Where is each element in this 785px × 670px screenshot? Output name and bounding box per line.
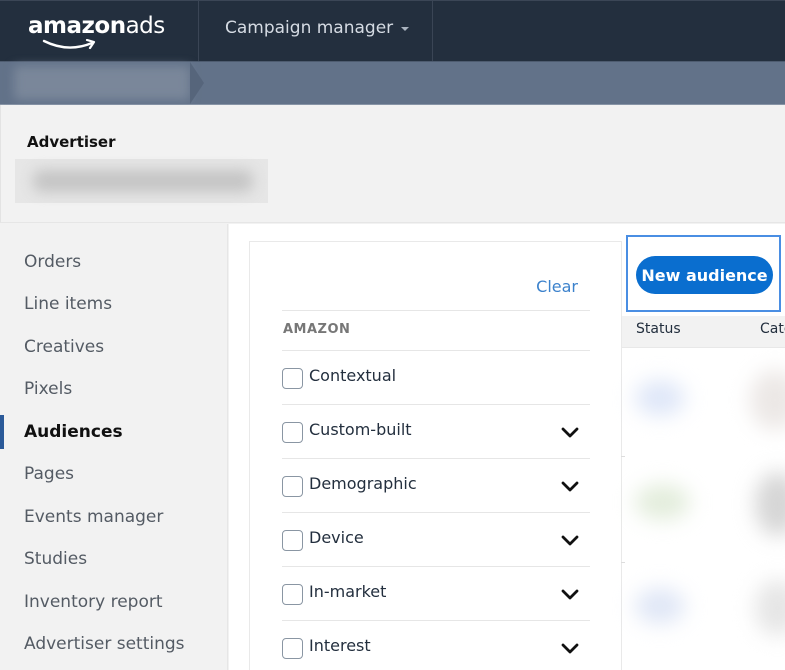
new-audience-button[interactable]: New audience: [636, 256, 773, 294]
sidebar-item-label: Events manager: [24, 507, 164, 527]
sidebar-item-pixels[interactable]: Pixels: [0, 368, 228, 410]
row-divider: [621, 562, 625, 563]
filter-item-label[interactable]: Custom-built: [309, 420, 412, 439]
chevron-down-icon[interactable]: [560, 587, 580, 601]
amazon-ads-logo[interactable]: amazonads: [28, 9, 173, 54]
nav-divider: [432, 1, 433, 62]
table-row-redacted[interactable]: [625, 568, 785, 656]
category-redacted: [755, 472, 785, 536]
sidebar-item-label: Advertiser settings: [24, 634, 185, 654]
results-table-header: Status Cate: [622, 316, 785, 348]
sidebar-item-label: Pixels: [24, 379, 73, 399]
sidebar-item-pages[interactable]: Pages: [0, 453, 228, 495]
sidebar-item-studies[interactable]: Studies: [0, 538, 228, 580]
breadcrumb: [0, 61, 785, 105]
breadcrumb-item-redacted[interactable]: [14, 66, 190, 100]
filter-item-contextual: Contextual: [282, 350, 590, 404]
sidebar-item-label: Inventory report: [24, 592, 163, 612]
clear-filters-link[interactable]: Clear: [536, 277, 578, 296]
sidebar-item-audiences[interactable]: Audiences: [0, 411, 228, 453]
filter-item-label[interactable]: Demographic: [309, 474, 417, 493]
category-redacted: [755, 580, 785, 636]
advertiser-header: Advertiser: [0, 105, 785, 223]
table-row-redacted[interactable]: [625, 462, 785, 550]
filter-item-custom-built: Custom-built: [282, 404, 590, 458]
sidebar-item-label: Orders: [24, 252, 82, 272]
status-badge-redacted: [635, 588, 685, 624]
breadcrumb-separator-icon: [190, 62, 204, 104]
row-divider: [621, 456, 625, 457]
interest-checkbox[interactable]: [282, 638, 303, 659]
sidebar-item-line-items[interactable]: Line items: [0, 283, 228, 325]
filter-group-label: AMAZON: [283, 322, 351, 337]
sidebar-item-inventory-report[interactable]: Inventory report: [0, 581, 228, 623]
chevron-down-icon[interactable]: [560, 641, 580, 655]
caret-down-icon: [401, 27, 410, 31]
category-redacted: [750, 370, 785, 430]
advertiser-name-redacted: [15, 159, 268, 203]
campaign-manager-menu[interactable]: Campaign manager: [225, 18, 410, 38]
filter-item-device: Device: [282, 512, 590, 566]
campaign-manager-label: Campaign manager: [225, 18, 394, 38]
advertiser-label: Advertiser: [27, 133, 116, 151]
column-header-category[interactable]: Cate: [760, 321, 785, 337]
sidebar-item-label: Studies: [24, 549, 88, 569]
status-badge-redacted: [635, 380, 685, 416]
chevron-down-icon[interactable]: [560, 425, 580, 439]
logo-text-amazon: amazon: [28, 13, 126, 39]
filter-item-label[interactable]: In-market: [309, 582, 386, 601]
sidebar-item-advertiser-settings[interactable]: Advertiser settings: [0, 623, 228, 665]
sidebar-item-label: Audiences: [24, 422, 123, 442]
device-checkbox[interactable]: [282, 530, 303, 551]
sidebar: Orders Line items Creatives Pixels Audie…: [0, 224, 228, 670]
sidebar-item-label: Line items: [24, 294, 113, 314]
contextual-checkbox[interactable]: [282, 368, 303, 389]
nav-divider: [198, 1, 199, 62]
sidebar-item-orders[interactable]: Orders: [0, 241, 228, 283]
filter-item-label[interactable]: Device: [309, 528, 364, 547]
sidebar-item-events-manager[interactable]: Events manager: [0, 496, 228, 538]
in-market-checkbox[interactable]: [282, 584, 303, 605]
filter-item-demographic: Demographic: [282, 458, 590, 512]
custom-built-checkbox[interactable]: [282, 422, 303, 443]
sidebar-item-label: Pages: [24, 464, 75, 484]
sidebar-item-label: Creatives: [24, 337, 105, 357]
divider: [282, 310, 590, 311]
chevron-down-icon[interactable]: [560, 479, 580, 493]
status-badge-redacted: [635, 484, 690, 520]
filter-item-label[interactable]: Interest: [309, 636, 371, 655]
sidebar-item-creatives[interactable]: Creatives: [0, 326, 228, 368]
demographic-checkbox[interactable]: [282, 476, 303, 497]
filter-item-label[interactable]: Contextual: [309, 366, 396, 385]
amazon-smile-icon: [42, 39, 96, 50]
filter-item-interest: Interest: [282, 620, 590, 670]
top-nav: amazonads Campaign manager: [0, 0, 785, 62]
audience-filter-panel: Clear AMAZON Contextual Custom-built Dem…: [249, 241, 624, 670]
column-header-status[interactable]: Status: [636, 321, 681, 337]
table-row-redacted[interactable]: [625, 360, 785, 448]
filter-item-in-market: In-market: [282, 566, 590, 620]
chevron-down-icon[interactable]: [560, 533, 580, 547]
logo-text-ads: ads: [125, 13, 166, 39]
